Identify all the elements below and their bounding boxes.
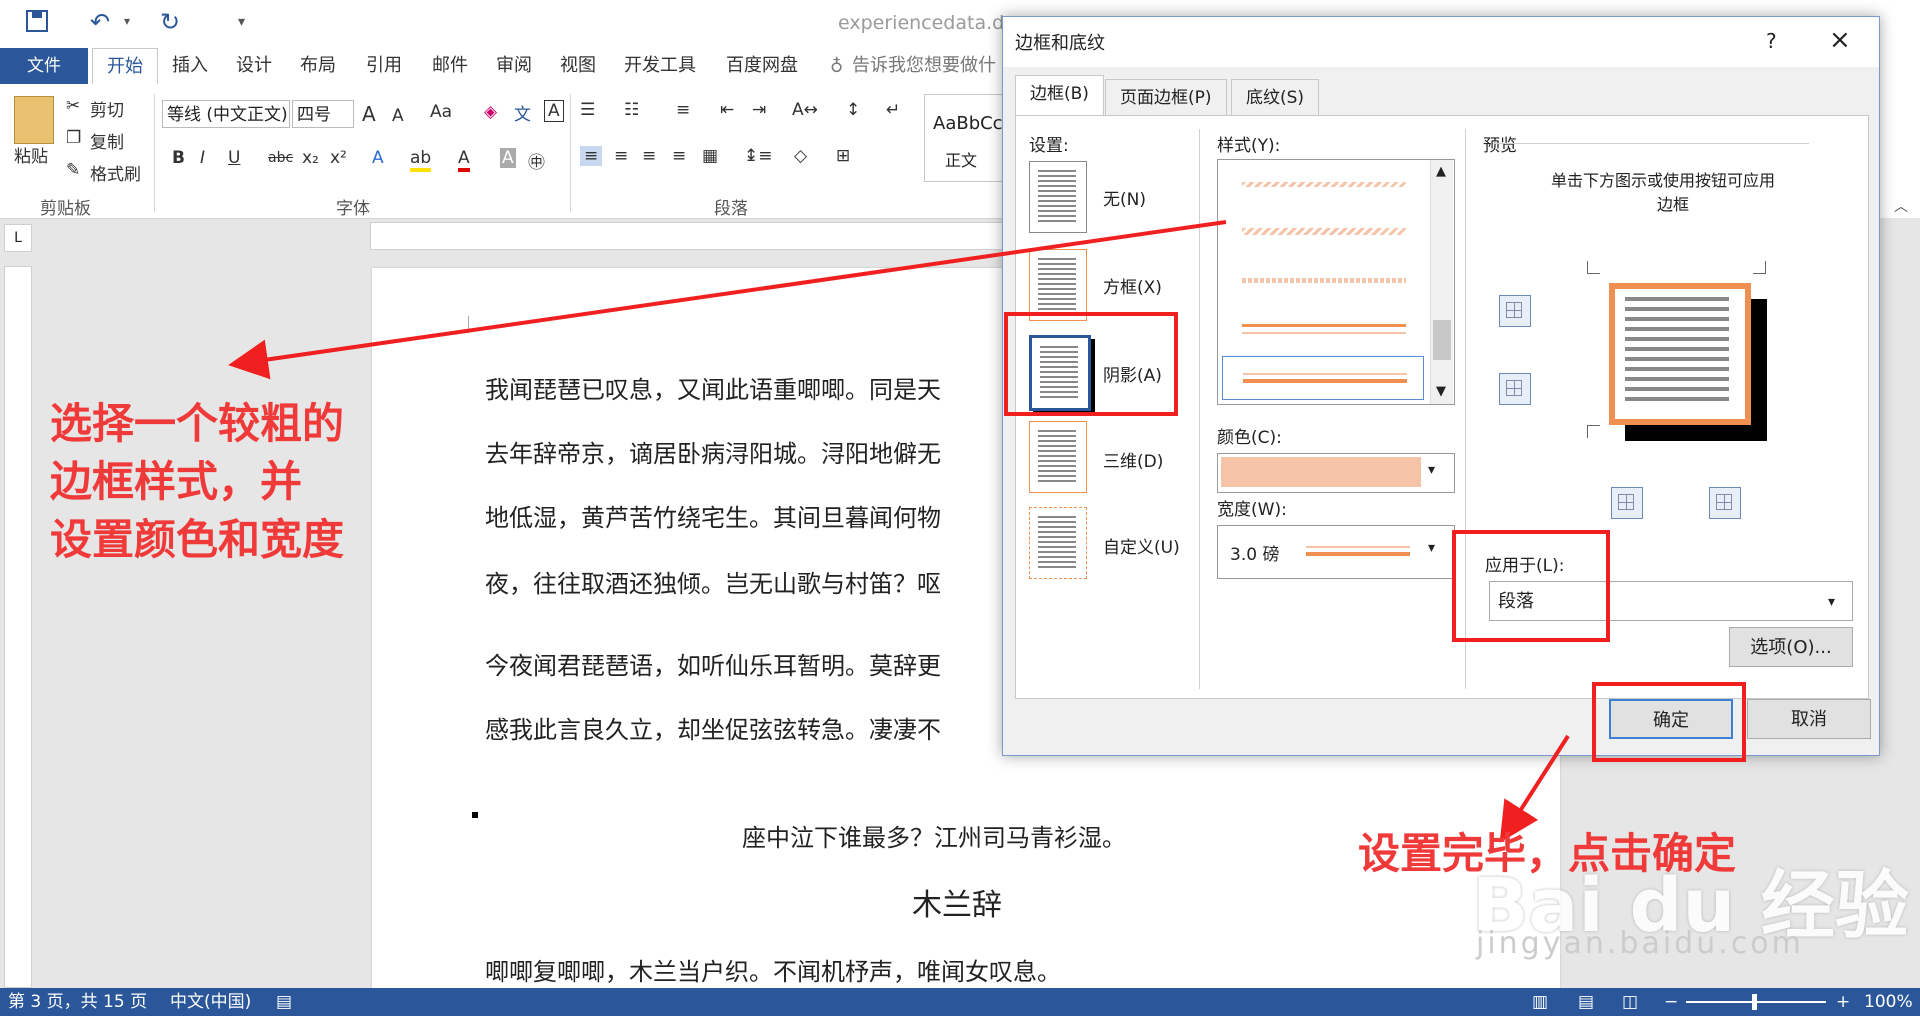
annotation-text: 选择一个较粗的 bbox=[50, 399, 345, 448]
annotation-arrow-style bbox=[228, 220, 1227, 380]
watermark-url: jingyan.baidu.com bbox=[1476, 926, 1804, 961]
annotation-text: 边框样式，并 bbox=[50, 457, 303, 506]
annotation-text: 设置颜色和宽度 bbox=[50, 515, 345, 564]
